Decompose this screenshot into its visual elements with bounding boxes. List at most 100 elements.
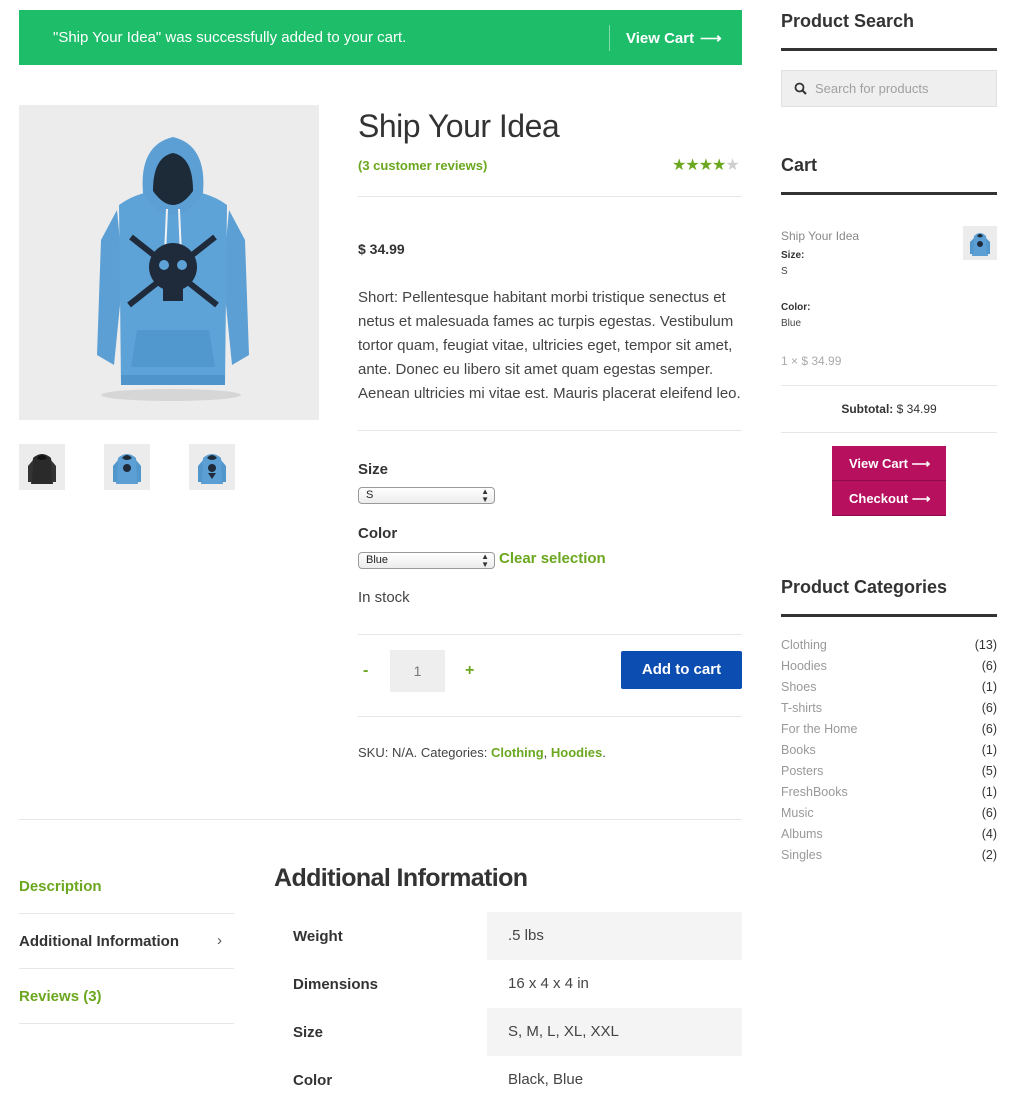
category-link[interactable]: Music (781, 806, 814, 820)
divider (358, 634, 742, 635)
category-count: (1) (981, 680, 997, 694)
category-link[interactable]: Hoodies (781, 659, 827, 673)
stock-status: In stock (358, 589, 410, 606)
category-count: (4) (981, 827, 997, 841)
size-select-value: S (366, 489, 374, 501)
size-label: Size (358, 461, 389, 478)
star-filled-icon: ★ (685, 157, 699, 174)
cart-item-name[interactable]: Ship Your Idea (781, 229, 859, 243)
category-count: (13) (974, 638, 997, 652)
category-count: (1) (981, 743, 997, 757)
list-item: Posters (5) (781, 764, 997, 785)
arrow-right-icon: ⟶ (700, 30, 722, 47)
product-main-image[interactable] (19, 105, 319, 420)
quantity-input[interactable] (390, 650, 445, 692)
list-item: Hoodies (6) (781, 659, 997, 680)
list-item: Music (6) (781, 806, 997, 827)
product-title: Ship Your Idea (358, 108, 560, 144)
star-empty-icon: ★ (725, 157, 739, 174)
list-item: Books (1) (781, 743, 997, 764)
blue-hoodie-front-image (113, 454, 141, 484)
category-count: (6) (981, 722, 997, 736)
cart-size-value: S (781, 266, 788, 277)
category-link[interactable]: For the Home (781, 722, 857, 736)
view-cart-button[interactable]: View Cart ⟶ (832, 446, 946, 481)
category-link[interactable]: FreshBooks (781, 785, 848, 799)
category-link-clothing[interactable]: Clothing (491, 745, 544, 760)
list-item: FreshBooks (1) (781, 785, 997, 806)
subtotal-label: Subtotal: (841, 402, 894, 416)
quantity-decrease-button[interactable]: - (363, 662, 368, 680)
attribute-name: Size (293, 1024, 324, 1041)
cart-size-label: Size: (781, 250, 805, 261)
category-link[interactable]: Albums (781, 827, 823, 841)
notice-view-cart-link[interactable]: View Cart ⟶ (626, 29, 722, 47)
attribute-name: Weight (293, 928, 343, 945)
attribute-value: 16 x 4 x 4 in (508, 975, 589, 992)
category-count: (1) (981, 785, 997, 799)
product-search-input[interactable]: Search for products (781, 70, 997, 107)
thumbnail-black-hoodie[interactable] (19, 444, 65, 490)
attribute-name: Dimensions (293, 976, 379, 993)
table-row: Size S, M, L, XL, XXL (274, 1008, 742, 1056)
quantity-increase-button[interactable]: + (465, 662, 474, 680)
divider (781, 385, 997, 386)
cart-color-label: Color: (781, 302, 811, 313)
divider (358, 430, 742, 431)
category-list: Clothing (13) Hoodies (6) Shoes (1) T-shirts (6… (781, 638, 997, 869)
category-link[interactable]: T-shirts (781, 701, 822, 715)
category-link[interactable]: Posters (781, 764, 823, 778)
cart-quantity-line: 1 × $ 34.99 (781, 354, 842, 368)
tab-divider (19, 913, 234, 914)
customer-reviews-link[interactable]: (3 customer reviews) (358, 158, 487, 173)
checkout-button[interactable]: Checkout ⟶ (832, 481, 946, 516)
notice-view-cart-label: View Cart (626, 30, 695, 47)
product-search-title: Product Search (781, 11, 915, 31)
divider (358, 196, 742, 197)
attribute-value: Black, Blue (508, 1071, 584, 1088)
category-count: (6) (981, 701, 997, 715)
search-placeholder: Search for products (815, 81, 929, 96)
chevron-right-icon: › (217, 932, 222, 949)
notice-divider (609, 25, 610, 51)
cart-title: Cart (781, 155, 818, 175)
tab-reviews[interactable]: Reviews (3) (19, 988, 102, 1005)
divider (781, 432, 997, 433)
clear-selection-link[interactable]: Clear selection (499, 550, 606, 567)
search-icon (794, 82, 807, 95)
list-item: Singles (2) (781, 848, 997, 869)
list-item: T-shirts (6) (781, 701, 997, 722)
category-count: (6) (981, 659, 997, 673)
blue-hoodie-image (970, 233, 990, 256)
widget-rule (781, 48, 997, 51)
thumbnail-blue-hoodie-front[interactable] (104, 444, 150, 490)
category-link[interactable]: Shoes (781, 680, 816, 694)
size-select[interactable]: S ▲ ▼ (358, 487, 495, 504)
cart-subtotal: Subtotal: $ 34.99 (781, 402, 997, 416)
color-label: Color (358, 525, 398, 542)
notice-message: "Ship Your Idea" was successfully added … (53, 29, 407, 46)
add-to-cart-button[interactable]: Add to cart (621, 651, 742, 689)
arrow-right-icon: ⟶ (911, 456, 931, 471)
list-item: Shoes (1) (781, 680, 997, 701)
product-categories-title: Product Categories (781, 577, 948, 597)
thumbnail-blue-hoodie-back[interactable] (189, 444, 235, 490)
checkout-label: Checkout (849, 491, 909, 506)
color-select-value: Blue (366, 554, 389, 566)
category-link-hoodies[interactable]: Hoodies (551, 745, 602, 760)
category-link[interactable]: Books (781, 743, 816, 757)
widget-rule (781, 614, 997, 617)
cart-item-thumbnail[interactable] (963, 226, 997, 260)
category-link[interactable]: Singles (781, 848, 822, 862)
color-select[interactable]: Blue ▲ ▼ (358, 552, 495, 569)
select-arrows-icon: ▲ ▼ (481, 487, 489, 504)
black-hoodie-image (28, 454, 56, 484)
hoodie-image (97, 137, 249, 401)
star-rating: ★★★★★ (672, 155, 740, 175)
tab-additional-information[interactable]: Additional Information (19, 933, 179, 950)
attribute-name: Color (293, 1072, 333, 1089)
additional-info-table: Weight .5 lbs Dimensions 16 x 4 x 4 in S… (274, 912, 742, 1104)
category-link[interactable]: Clothing (781, 638, 827, 652)
arrow-right-icon: ⟶ (911, 491, 931, 506)
tab-description[interactable]: Description (19, 878, 102, 895)
